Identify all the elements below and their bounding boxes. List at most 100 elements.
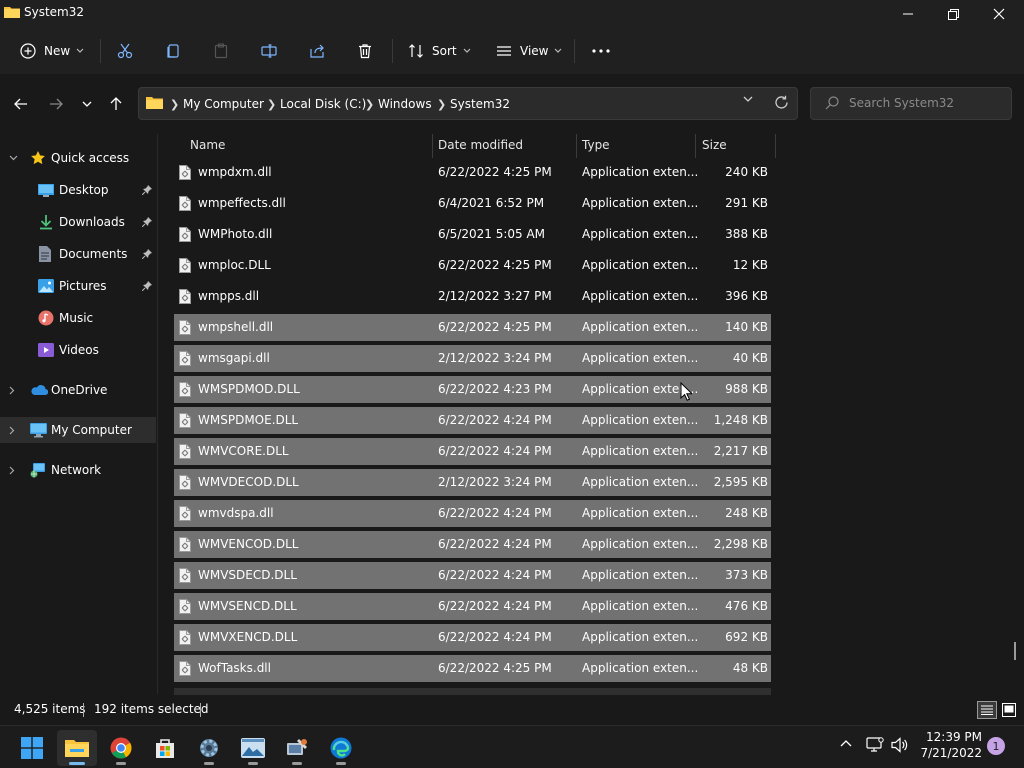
running-indicator <box>204 762 214 765</box>
table-row[interactable]: WMVCORE.DLL 6/22/2022 4:24 PM Application … <box>174 438 771 465</box>
taskbar-settings[interactable] <box>189 730 229 766</box>
nav-item-music[interactable]: Music <box>0 305 156 331</box>
taskbar-photos[interactable] <box>233 730 273 766</box>
minimize-button[interactable] <box>885 0 931 28</box>
search-input[interactable] <box>849 96 999 110</box>
network-status-icon[interactable] <box>866 737 884 753</box>
nav-item-downloads[interactable]: Downloads <box>0 209 156 235</box>
breadcrumb-my-computer[interactable]: My Computer <box>183 97 264 111</box>
nav-item-quick-access[interactable]: Quick access <box>0 145 156 171</box>
paste-button[interactable] <box>213 36 229 66</box>
nav-item-desktop[interactable]: Desktop <box>0 177 156 203</box>
table-row[interactable]: WMSPDMOE.DLL 6/22/2022 4:24 PM Application… <box>174 407 771 434</box>
column-divider[interactable] <box>576 134 577 158</box>
breadcrumb-local-disk[interactable]: Local Disk (C:) <box>280 97 366 111</box>
table-row[interactable]: WofTasks.dll 6/22/2022 4:25 PM Application… <box>174 655 771 682</box>
column-name[interactable]: Name <box>190 138 225 152</box>
file-size: 48 KB <box>732 661 768 675</box>
search-box[interactable] <box>810 87 1012 120</box>
breadcrumb-system32[interactable]: System32 <box>450 97 510 111</box>
large-icons-view-icon <box>1002 703 1016 717</box>
table-row[interactable]: wmpshell.dll 6/22/2022 4:25 PM Application… <box>174 314 771 341</box>
taskbar-edge[interactable] <box>321 730 361 766</box>
start-button[interactable] <box>12 730 52 766</box>
file-date-modified: 6/22/2022 4:25 PM <box>438 165 552 179</box>
table-row[interactable]: wmploc.DLL 6/22/2022 4:25 PM Application e… <box>174 252 771 279</box>
large-icons-view-button[interactable] <box>1000 701 1018 719</box>
table-row[interactable]: wmvdspa.dll 6/22/2022 4:24 PM Application … <box>174 500 771 527</box>
details-view-button[interactable] <box>977 701 997 719</box>
table-row[interactable]: wmsgapi.dll 2/12/2022 3:24 PM Application … <box>174 345 771 372</box>
system-clock[interactable]: 12:39 PM 7/21/2022 <box>910 729 982 761</box>
chevron-right-icon[interactable] <box>9 466 15 475</box>
column-type[interactable]: Type <box>582 138 610 152</box>
column-size[interactable]: Size <box>702 138 727 152</box>
table-row[interactable]: WMVENCOD.DLL 6/22/2022 4:24 PM Application… <box>174 531 771 558</box>
notification-badge[interactable]: 1 <box>987 737 1005 755</box>
chevron-down-icon[interactable] <box>9 155 18 161</box>
forward-button[interactable] <box>42 90 70 118</box>
sort-button[interactable]: Sort <box>408 36 471 66</box>
back-button[interactable] <box>7 90 35 118</box>
close-button[interactable] <box>976 0 1022 28</box>
table-row[interactable]: wmpps.dll 2/12/2022 3:27 PM Application ex… <box>174 283 771 310</box>
dll-file-icon <box>179 382 191 397</box>
file-type: Application exten... <box>582 413 699 427</box>
taskbar-chrome[interactable] <box>101 730 141 766</box>
chevron-right-icon[interactable] <box>9 426 15 435</box>
new-button[interactable]: New <box>20 36 84 66</box>
file-date-modified: 6/22/2022 4:25 PM <box>438 661 552 675</box>
share-button[interactable] <box>309 36 325 66</box>
file-name: WMSPDMOD.DLL <box>198 382 300 396</box>
file-name: WMVDECOD.DLL <box>198 475 299 489</box>
recent-locations-button[interactable] <box>73 90 101 118</box>
taskbar-store[interactable] <box>145 730 185 766</box>
view-button[interactable]: View <box>496 36 562 66</box>
table-row[interactable]: wmpeffects.dll 6/4/2021 6:52 PM Applicatio… <box>174 190 771 217</box>
nav-item-pictures[interactable]: Pictures <box>0 273 156 299</box>
table-row[interactable]: WMVSENCD.DLL 6/22/2022 4:24 PM Application… <box>174 593 771 620</box>
nav-item-videos[interactable]: Videos <box>0 337 156 363</box>
dll-file-icon <box>179 661 191 676</box>
column-divider[interactable] <box>775 134 776 158</box>
file-type: Application exten... <box>582 320 699 334</box>
nav-item-network[interactable]: Network <box>0 457 156 483</box>
table-row[interactable]: WMVXENCD.DLL 6/22/2022 4:24 PM Application… <box>174 624 771 651</box>
copy-button[interactable] <box>165 36 181 66</box>
column-date-modified[interactable]: Date modified <box>438 138 523 152</box>
file-date-modified: 2/12/2022 3:24 PM <box>438 475 552 489</box>
cut-button[interactable] <box>117 36 133 66</box>
column-divider[interactable] <box>432 134 433 158</box>
dll-file-icon <box>179 444 191 459</box>
breadcrumb-windows[interactable]: Windows <box>378 97 432 111</box>
up-button[interactable] <box>102 90 130 118</box>
more-options-button[interactable] <box>592 36 610 66</box>
table-row[interactable]: WMVDECOD.DLL 2/12/2022 3:24 PM Application… <box>174 469 771 496</box>
taskbar-control-panel[interactable] <box>277 730 317 766</box>
nav-item-my-computer[interactable]: My Computer <box>0 417 156 443</box>
refresh-icon[interactable] <box>774 95 789 110</box>
file-date-modified: 6/22/2022 4:24 PM <box>438 568 552 582</box>
command-bar: New Sort View <box>0 28 1024 74</box>
downloads-icon <box>38 214 54 230</box>
address-history-chevron-icon[interactable] <box>743 96 753 103</box>
file-type: Application exten... <box>582 227 699 241</box>
start-icon <box>21 737 43 759</box>
vertical-scrollbar-thumb[interactable] <box>1014 642 1016 660</box>
table-row[interactable]: WMPhoto.dll 6/5/2021 5:05 AM Application e… <box>174 221 771 248</box>
show-hidden-icons-chevron-icon[interactable] <box>840 739 852 747</box>
chevron-right-icon[interactable] <box>9 386 15 395</box>
taskbar-file-explorer[interactable] <box>57 730 97 766</box>
nav-item-documents[interactable]: Documents <box>0 241 156 267</box>
address-bar[interactable]: ❯ My Computer ❯ Local Disk (C:) ❯ Window… <box>138 87 798 120</box>
dll-file-icon <box>179 568 191 583</box>
volume-icon[interactable] <box>891 737 909 753</box>
restore-button[interactable] <box>930 0 976 28</box>
nav-item-onedrive[interactable]: OneDrive <box>0 377 156 403</box>
table-row[interactable]: WMVSDECD.DLL 6/22/2022 4:24 PM Application… <box>174 562 771 589</box>
rename-button[interactable] <box>261 36 277 66</box>
table-row[interactable]: wmpdxm.dll 6/22/2022 4:25 PM Application e… <box>174 159 771 186</box>
paste-icon <box>213 43 229 59</box>
column-divider[interactable] <box>695 134 696 158</box>
delete-button[interactable] <box>357 36 373 66</box>
